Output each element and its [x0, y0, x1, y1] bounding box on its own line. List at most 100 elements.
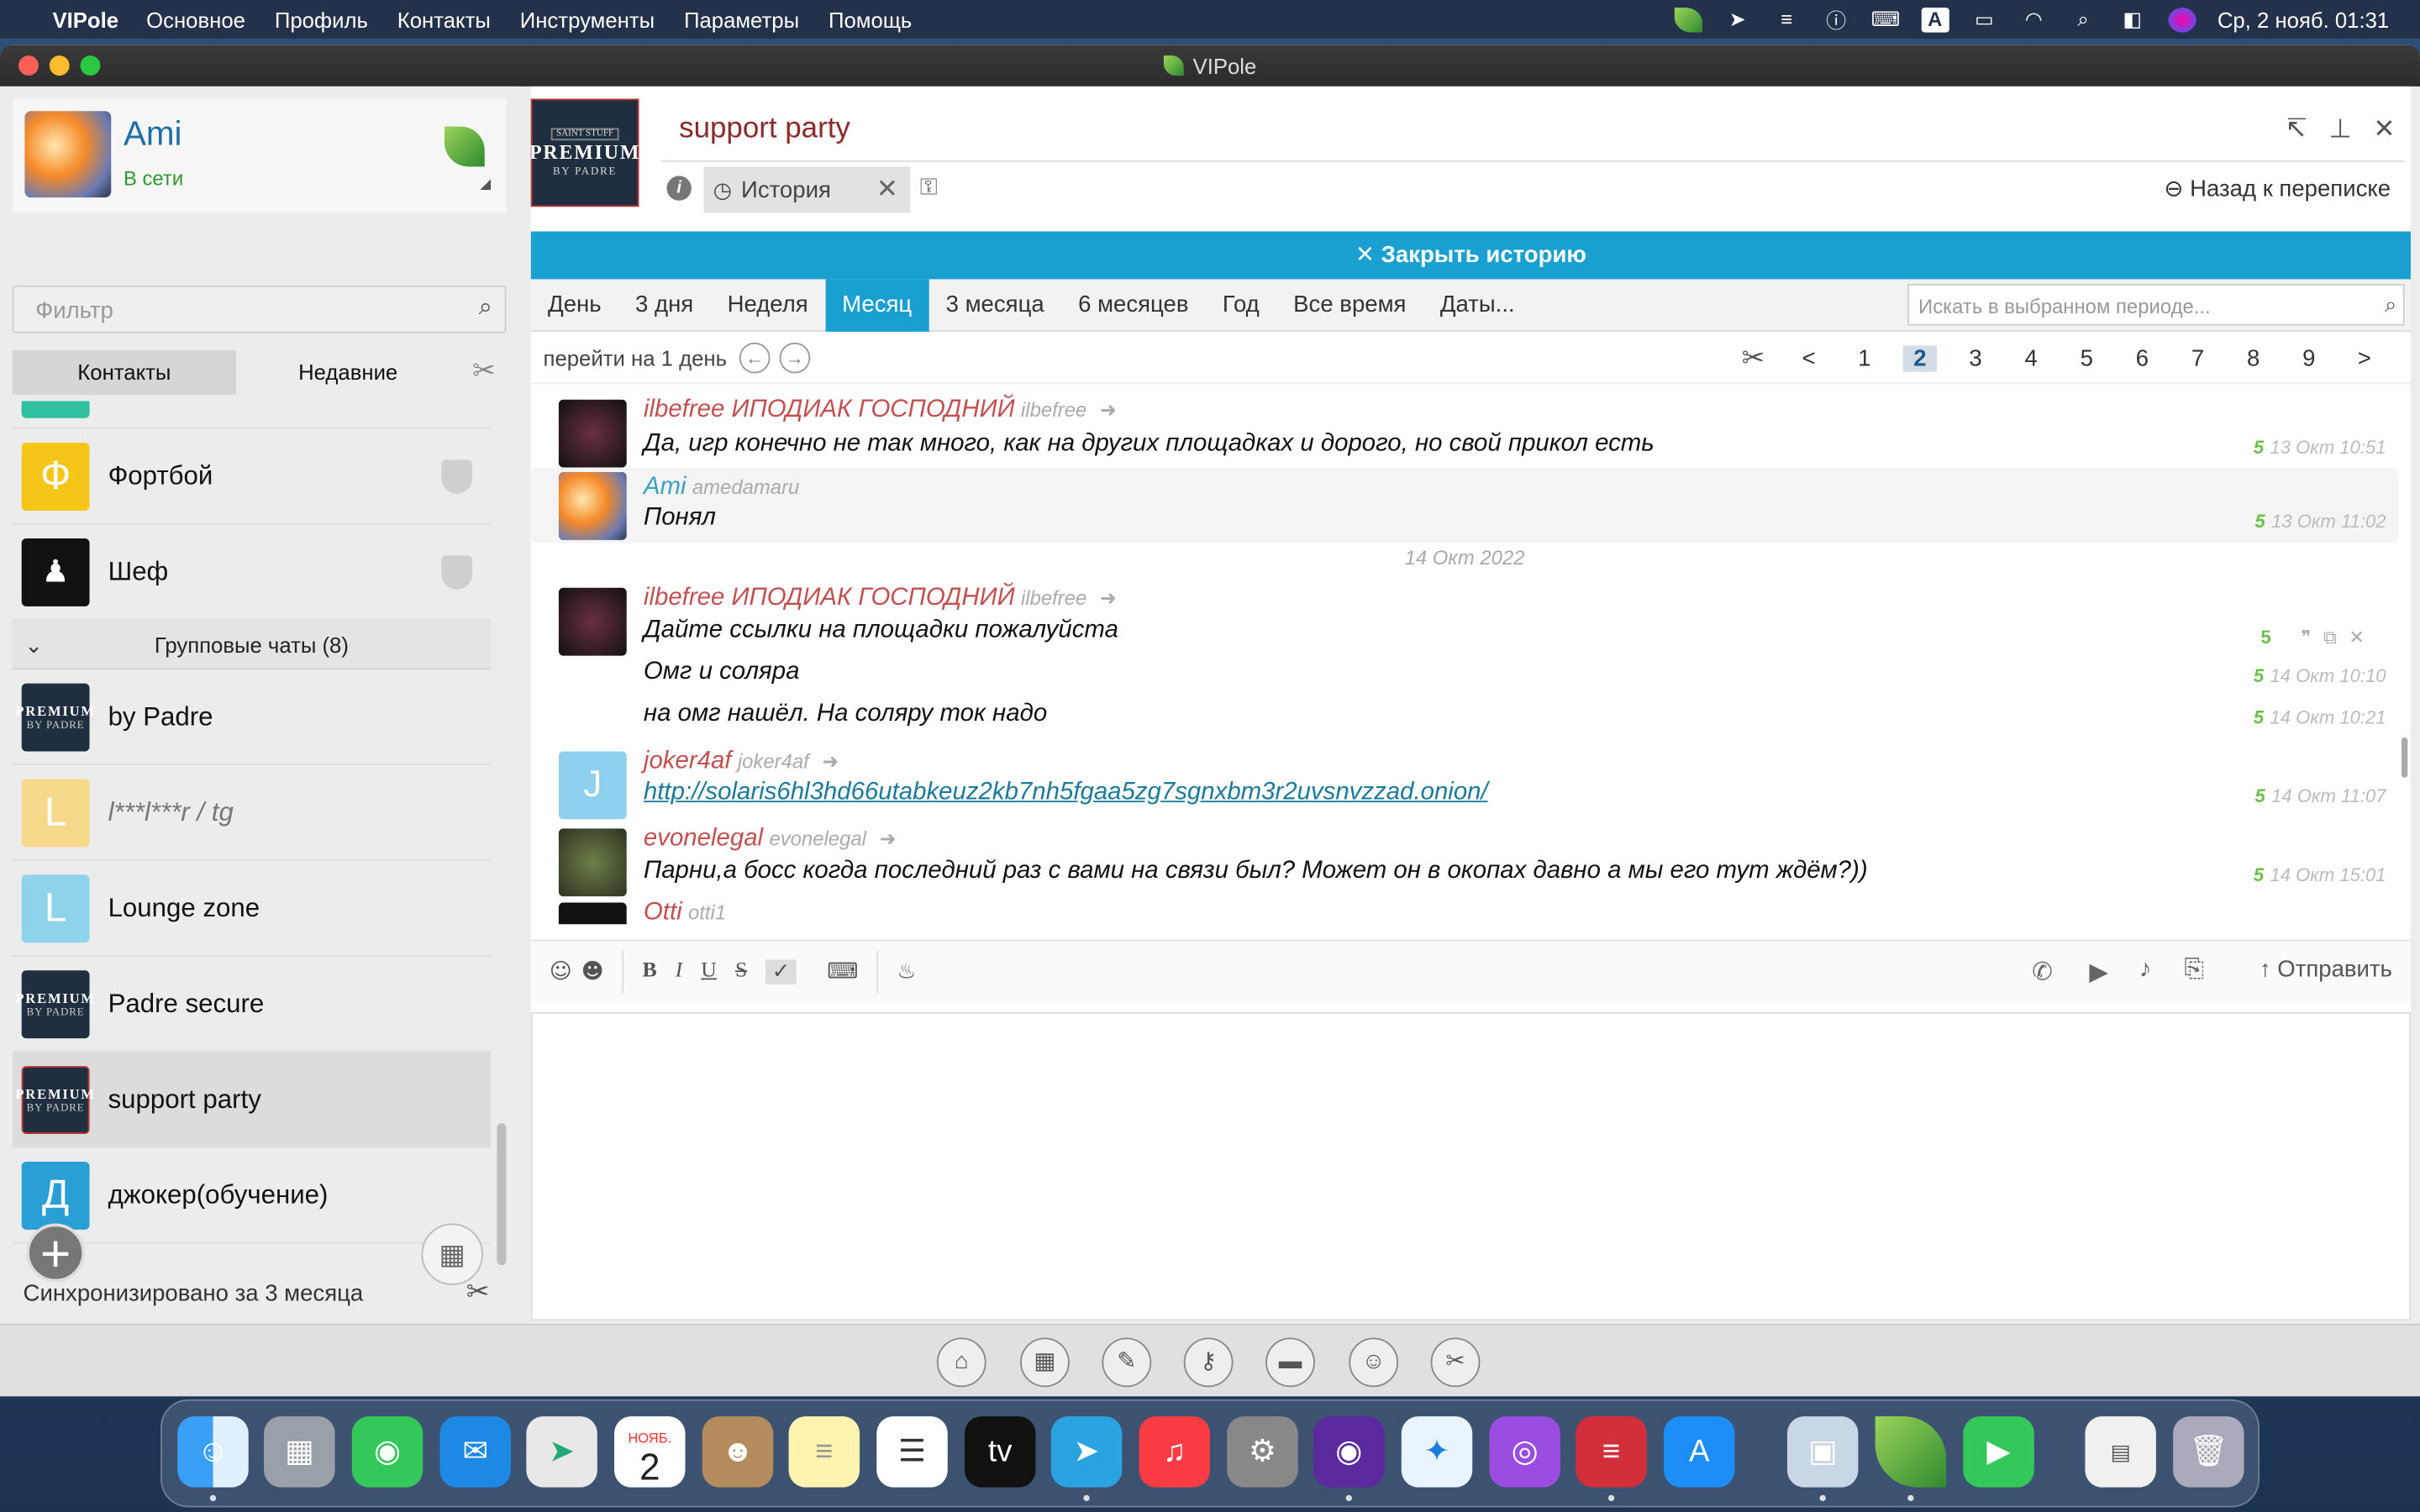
reply-arrow-icon[interactable]: ➜	[1100, 398, 1117, 422]
call-icon[interactable]: ✆	[2032, 957, 2053, 988]
app-store-icon[interactable]: A	[1663, 1416, 1735, 1488]
tools-icon[interactable]: ✂	[472, 354, 496, 387]
music-icon[interactable]: ♫	[1139, 1416, 1210, 1488]
underline-button[interactable]: U	[701, 959, 717, 984]
facetime-icon[interactable]: ▶	[1963, 1416, 2034, 1488]
maps-icon[interactable]: ➤	[526, 1416, 597, 1488]
reply-arrow-icon[interactable]: ➜	[879, 827, 896, 850]
period-6-months[interactable]: 6 месяцев	[1061, 279, 1206, 331]
message-input[interactable]	[530, 1011, 2411, 1321]
strikethrough-button[interactable]: S	[735, 959, 747, 984]
accessibility-icon[interactable]: ⓘ	[1823, 7, 1850, 33]
telegram-tray-icon[interactable]: ➤	[1723, 7, 1751, 31]
chevron-down-icon[interactable]: ⌄	[24, 620, 43, 669]
contacts-app-icon[interactable]: ☻	[702, 1416, 774, 1488]
copy-icon[interactable]: ⧉	[2323, 627, 2349, 648]
close-history-tab-icon[interactable]: ✕	[876, 175, 898, 206]
message-author[interactable]: ilbefree ИПОДИАК ГОСПОДНИЙ	[644, 585, 1015, 611]
pin-icon[interactable]: ⊥	[2329, 114, 2352, 145]
zoom-window-button[interactable]	[80, 55, 101, 76]
page-7[interactable]: 7	[2170, 345, 2225, 371]
trash-icon[interactable]: 🗑	[2173, 1416, 2244, 1488]
profile-card[interactable]: Ami В сети ◢	[12, 98, 507, 213]
preview-icon[interactable]: ▣	[1786, 1416, 1859, 1488]
battery-icon[interactable]: ▭	[1970, 7, 1998, 31]
message[interactable]: evonelegal evonelegal ➜ Парни,а босс когд…	[531, 816, 2398, 897]
page-8[interactable]: 8	[2226, 345, 2281, 371]
group-item-by-padre[interactable]: PREMIUM BY PADRE by Padre	[12, 669, 492, 766]
period-day[interactable]: День	[531, 279, 618, 331]
chat-avatar[interactable]: SAINT STUFF PREMIUM BY PADRE	[529, 98, 639, 207]
prev-day-icon[interactable]: ←	[739, 342, 771, 374]
page-next[interactable]: >	[2337, 345, 2392, 371]
tab-history[interactable]: ◷ История ✕	[703, 166, 911, 213]
search-icon[interactable]: ⌕	[478, 295, 492, 323]
mention-icon[interactable]: ☻	[581, 959, 604, 984]
period-year[interactable]: Год	[1206, 279, 1276, 331]
list-item[interactable]	[12, 401, 492, 429]
tab-recent[interactable]: Недавние	[236, 350, 460, 395]
message[interactable]: ilbefree ИПОДИАК ГОСПОДНИЙ ilbefree ➜ Да,…	[531, 384, 2398, 468]
message-link[interactable]: http://solaris6hl3hd66utabkeuz2kb7nh5fga…	[644, 780, 1488, 807]
avatar[interactable]	[558, 902, 627, 925]
group-item-padre-secure[interactable]: PREMIUM BY PADRE Padre secure	[12, 957, 492, 1053]
message[interactable]: ilbefree ИПОДИАК ГОСПОДНИЙ ilbefree ➜ Дай…	[531, 575, 2398, 736]
avatar[interactable]: J	[558, 751, 627, 820]
pagination-tools-icon[interactable]: ✂	[1725, 343, 1781, 375]
settings-tools-icon[interactable]: ✂	[1430, 1337, 1481, 1388]
input-source-icon[interactable]: A	[1921, 7, 1949, 32]
page-1[interactable]: 1	[1837, 345, 1892, 371]
minimize-window-button[interactable]	[49, 55, 70, 76]
avatar[interactable]	[558, 472, 627, 540]
mail-icon[interactable]: ✉	[439, 1416, 511, 1488]
calendar-app-icon[interactable]: НОЯБ. 2	[614, 1416, 686, 1488]
profile-status[interactable]: В сети	[124, 166, 183, 190]
search-icon[interactable]: ⌕	[2385, 291, 2396, 318]
contacts-scrollbar[interactable]	[497, 1123, 507, 1266]
menu-item-profile[interactable]: Профиль	[275, 7, 368, 31]
apple-tv-icon[interactable]: tv	[964, 1416, 1036, 1488]
spellcheck-icon[interactable]: ✓	[765, 958, 797, 984]
key-icon[interactable]: ⚷	[1183, 1337, 1234, 1388]
message-author[interactable]: Otti	[644, 900, 682, 924]
keyboard-icon[interactable]: ⌨	[827, 959, 858, 984]
info-icon[interactable]: i	[666, 176, 692, 201]
contact-item-fortboy[interactable]: Ф Фортбой	[12, 429, 492, 525]
contact-item-chef[interactable]: ♟ Шеф	[12, 524, 492, 621]
window-titlebar[interactable]: VIPole	[0, 45, 2420, 87]
messages-scrollbar[interactable]	[2401, 737, 2408, 778]
period-all-time[interactable]: Все время	[1276, 279, 1423, 331]
menu-item-tools[interactable]: Инструменты	[520, 7, 655, 31]
page-9[interactable]: 9	[2281, 345, 2337, 371]
home-icon[interactable]: ⌂	[936, 1337, 986, 1388]
message-author[interactable]: joker4af	[644, 748, 732, 774]
microphone-icon[interactable]: ♪	[2139, 957, 2152, 984]
contacts-manager-icon[interactable]: ☺	[1349, 1337, 1399, 1388]
group-item-support-party[interactable]: PREMIUM BY PADRE support party	[12, 1052, 492, 1148]
calendar-icon[interactable]: ▦	[1020, 1337, 1070, 1388]
telegram-icon[interactable]: ➤	[1050, 1416, 1123, 1488]
attachment-icon[interactable]: ⎘	[2184, 957, 2204, 984]
expressvpn-icon[interactable]: ≡	[1576, 1416, 1647, 1488]
folder-icon[interactable]: ▬	[1265, 1337, 1315, 1388]
group-members-icon[interactable]: ⚿	[920, 175, 938, 201]
page-5[interactable]: 5	[2059, 345, 2114, 371]
group-item-joker-training[interactable]: Д джокер(обучение)	[12, 1148, 492, 1244]
messages-app-icon[interactable]: ◉	[351, 1416, 424, 1488]
next-day-icon[interactable]: →	[779, 342, 811, 374]
safari-icon[interactable]: ✦	[1401, 1416, 1473, 1488]
period-search-input[interactable]: Искать в выбранном периоде... ⌕	[1907, 283, 2405, 326]
send-button[interactable]: ↑ Отправить	[2260, 957, 2392, 983]
period-3-days[interactable]: 3 дня	[618, 279, 711, 331]
bold-button[interactable]: B	[642, 959, 656, 984]
message[interactable]: J joker4af joker4af ➜ http://solaris6hl3h…	[531, 739, 2398, 820]
page-prev[interactable]: <	[1781, 345, 1837, 371]
avatar[interactable]	[558, 399, 627, 468]
undock-icon[interactable]: ↸	[2286, 114, 2307, 145]
tor-browser-icon[interactable]: ◉	[1313, 1416, 1385, 1488]
message-author[interactable]: evonelegal	[644, 826, 763, 852]
filter-input[interactable]: Фильтр ⌕	[12, 285, 507, 333]
period-month[interactable]: Месяц	[824, 278, 929, 331]
quote-icon[interactable]: ❞	[2301, 627, 2323, 648]
message-author[interactable]: ilbefree ИПОДИАК ГОСПОДНИЙ	[644, 396, 1015, 423]
